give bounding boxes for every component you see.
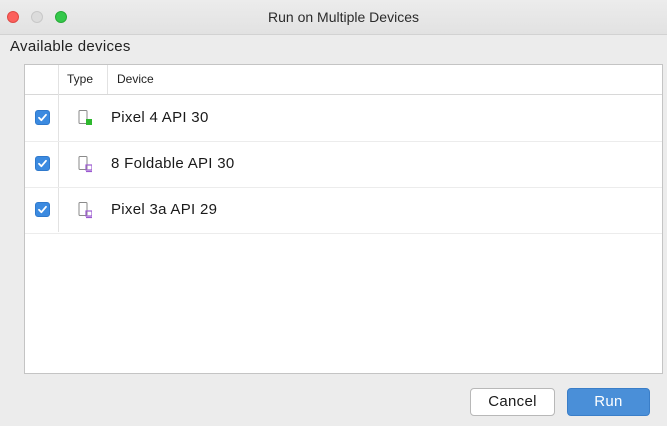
table-row[interactable]: Pixel 4 API 30 [25, 95, 662, 142]
run-dialog: Run on Multiple Devices Available device… [0, 0, 667, 426]
device-checkbox[interactable] [35, 110, 50, 125]
device-name: Pixel 3a API 29 [111, 201, 218, 218]
cancel-button[interactable]: Cancel [470, 388, 555, 416]
column-header-type[interactable]: Type [67, 65, 93, 94]
device-name: Pixel 4 API 30 [111, 109, 209, 126]
phone-offline-icon [78, 201, 93, 219]
device-name: 8 Foldable API 30 [111, 155, 235, 172]
run-button[interactable]: Run [567, 388, 650, 416]
title-bar: Run on Multiple Devices [0, 0, 667, 35]
column-header-device[interactable]: Device [117, 65, 154, 94]
device-checkbox[interactable] [35, 202, 50, 217]
table-header: Type Device [25, 65, 662, 95]
table-row[interactable]: Pixel 3a API 29 [25, 187, 662, 234]
available-devices-label: Available devices [10, 38, 131, 55]
device-checkbox[interactable] [35, 156, 50, 171]
phone-online-icon [78, 109, 92, 127]
phone-offline-icon [78, 155, 93, 173]
column-divider [107, 65, 108, 94]
devices-table: Type Device Pixel 4 API 30 8 Foldable API… [24, 64, 663, 374]
table-row[interactable]: 8 Foldable API 30 [25, 141, 662, 188]
window-title: Run on Multiple Devices [268, 9, 419, 25]
